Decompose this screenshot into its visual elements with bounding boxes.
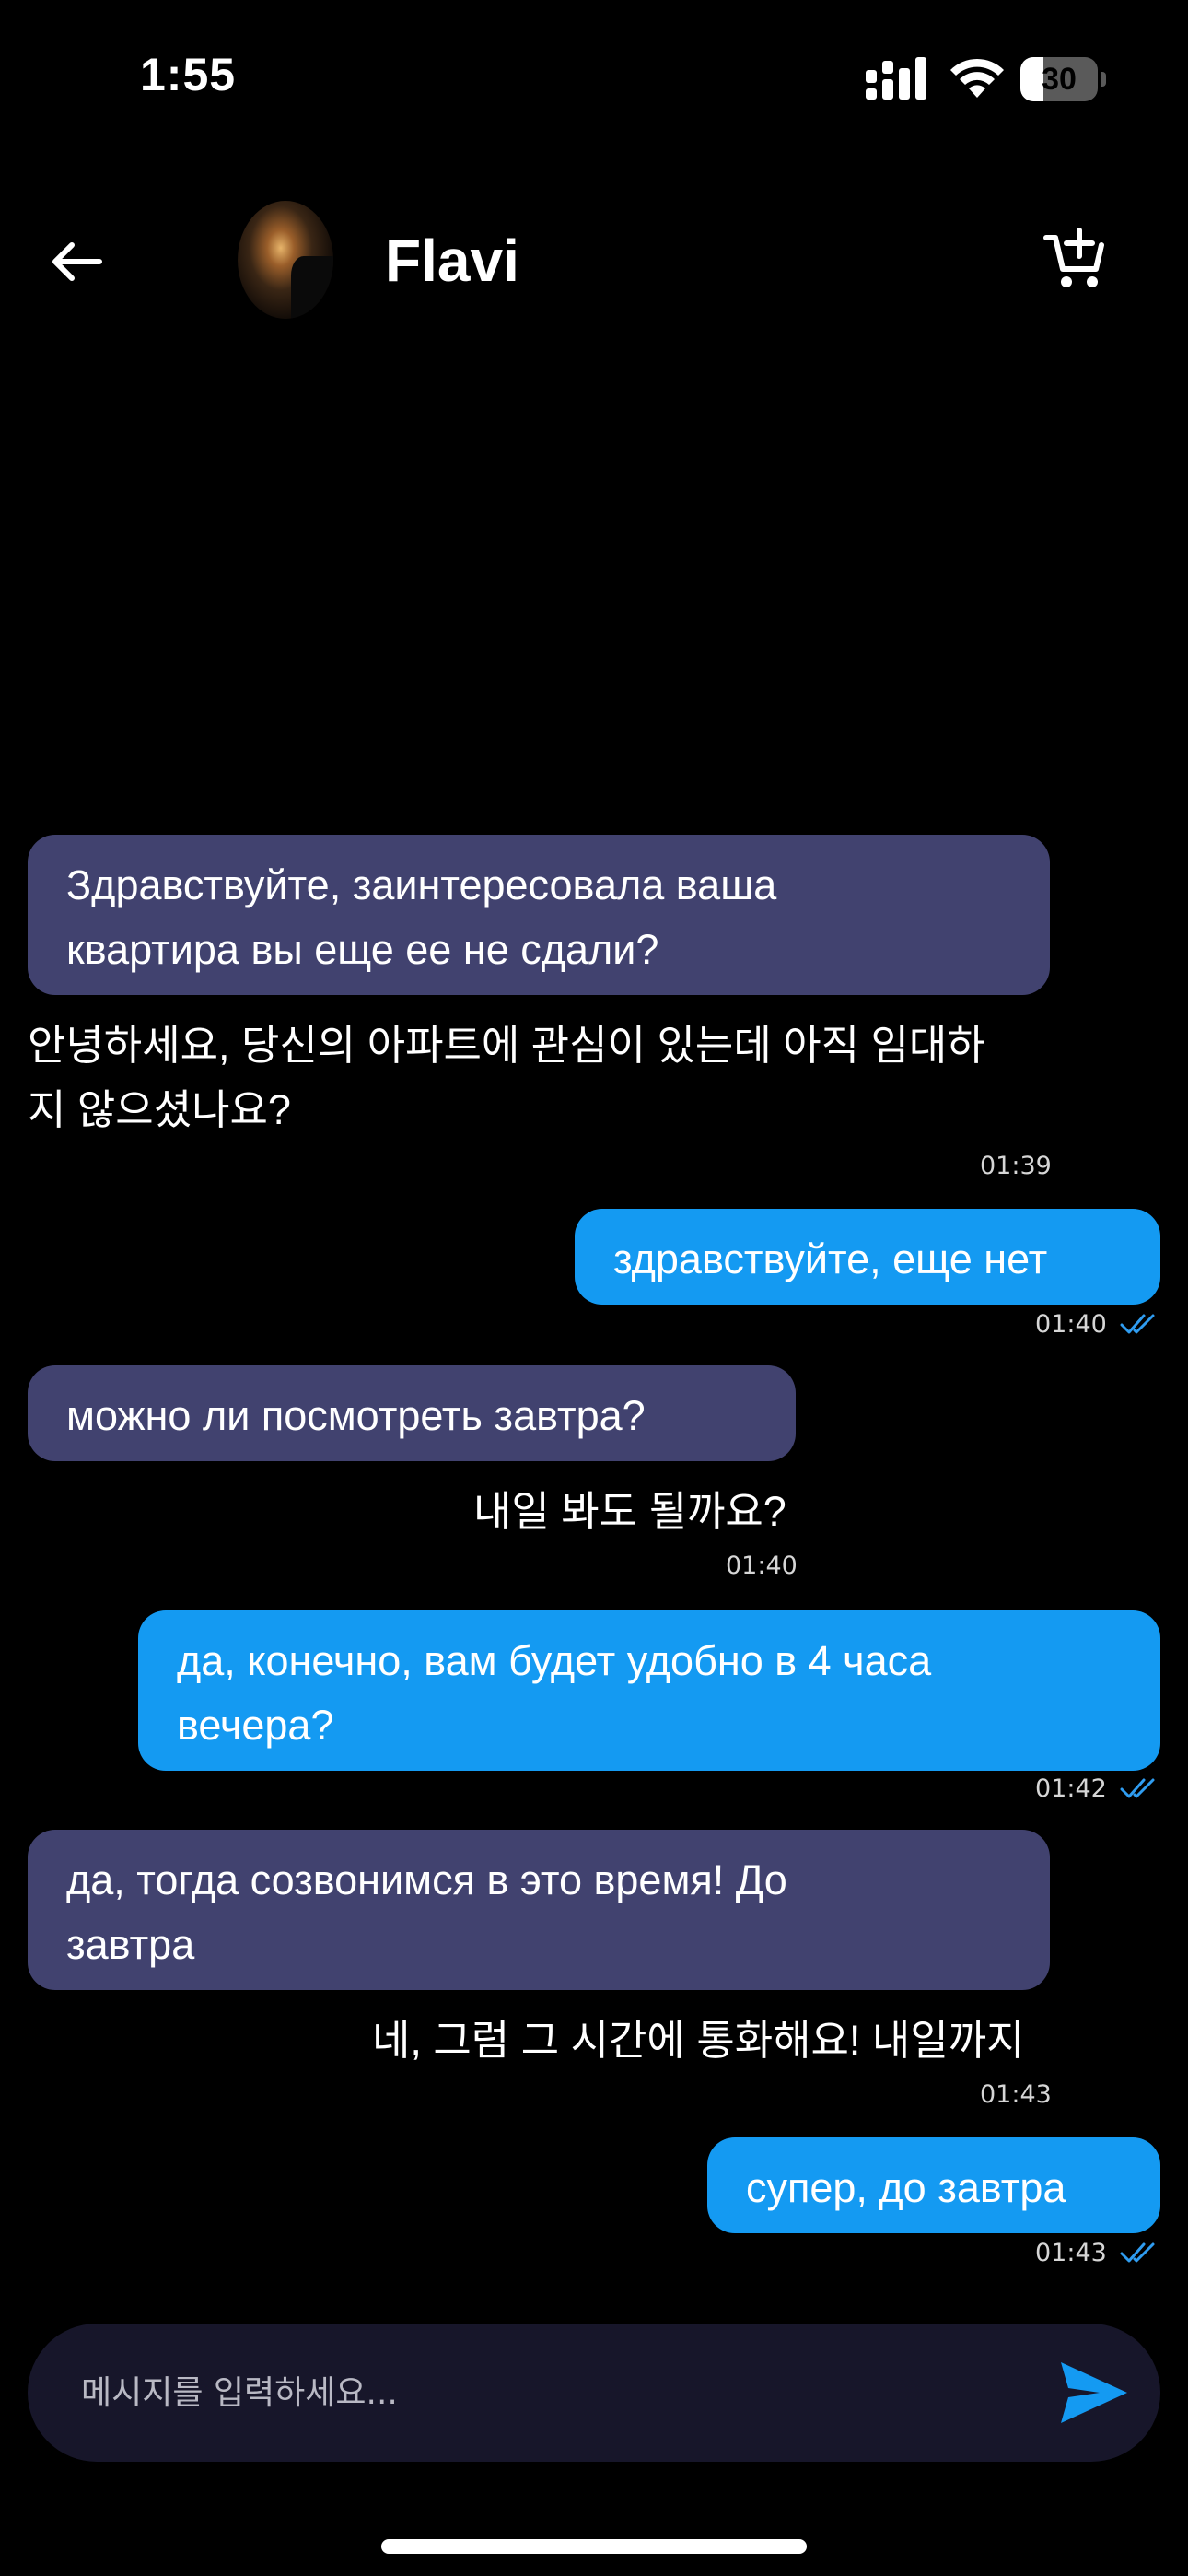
message-text: можно ли посмотреть завтра? [66,1392,646,1439]
message-translation: 내일 봐도 될까요? [473,1488,786,1535]
back-arrow-icon[interactable] [48,232,107,291]
outgoing-message-bubble[interactable]: да, конечно, вам будет удобно в 4 часа в… [138,1610,1160,1771]
message-timestamp: 01:39 [980,1152,1052,1180]
message-text-line: Здравствуйте, заинтересовала ваша [66,861,777,908]
avatar[interactable] [238,201,333,319]
outgoing-message-bubble[interactable]: здравствуйте, еще нет [575,1209,1160,1305]
battery-body: 30 [1020,57,1098,101]
message-text: супер, до завтра [746,2164,1066,2211]
cellular-signal-icon [866,57,926,100]
message-timestamp: 01:40 [726,1551,798,1580]
translation-line: 안녕하세요, 당신의 아파트에 관심이 있는데 아직 임대하 [28,1022,985,1069]
message-translation: 네, 그럼 그 시간에 통화해요! 내일까지 [372,2017,1025,2064]
avatar-photo-detail [291,256,333,319]
contact-name[interactable]: Flavi [385,227,519,295]
message-timestamp: 01:42 [1035,1774,1107,1803]
message-composer [28,2324,1160,2462]
message-timestamp: 01:40 [1035,1310,1107,1339]
read-receipt-icon [1120,1778,1155,1798]
battery-cap [1101,72,1106,87]
message-text: здравствуйте, еще нет [613,1235,1048,1282]
translation-line: 지 않으셨나요? [28,1086,291,1133]
message-timestamp: 01:43 [980,2080,1052,2109]
incoming-message-bubble[interactable]: Здравствуйте, заинтересовала ваша кварти… [28,835,1050,995]
message-text-line: завтра [66,1921,195,1968]
message-text-line: вечера? [177,1702,334,1749]
read-receipt-icon [1120,2242,1155,2263]
incoming-message-bubble[interactable]: да, тогда созвонимся в это время! До зав… [28,1830,1050,1990]
incoming-message-bubble[interactable]: можно ли посмотреть завтра? [28,1365,796,1461]
message-timestamp: 01:43 [1035,2239,1107,2267]
cart-add-icon[interactable] [1042,225,1109,291]
message-text-line: квартира вы еще ее не сдали? [66,926,659,973]
message-translation: 안녕하세요, 당신의 아파트에 관심이 있는데 아직 임대하 지 않으셨나요? [28,1013,985,1142]
home-indicator[interactable] [381,2539,807,2554]
message-text-line: да, тогда созвонимся в это время! До [66,1856,787,1903]
outgoing-message-bubble[interactable]: супер, до завтра [707,2137,1160,2233]
battery-level: 30 [1042,62,1077,97]
send-icon[interactable] [1057,2359,1131,2427]
status-time: 1:55 [140,49,237,100]
chat-screen: 1:55 30 Flavi Здравствуйте, заинтересова… [0,0,1188,2576]
message-input[interactable] [81,2364,1002,2421]
battery-indicator: 30 [1020,57,1106,101]
message-text-line: да, конечно, вам будет удобно в 4 часа [177,1637,932,1684]
read-receipt-icon [1120,1314,1155,1334]
wifi-icon [950,58,1004,98]
